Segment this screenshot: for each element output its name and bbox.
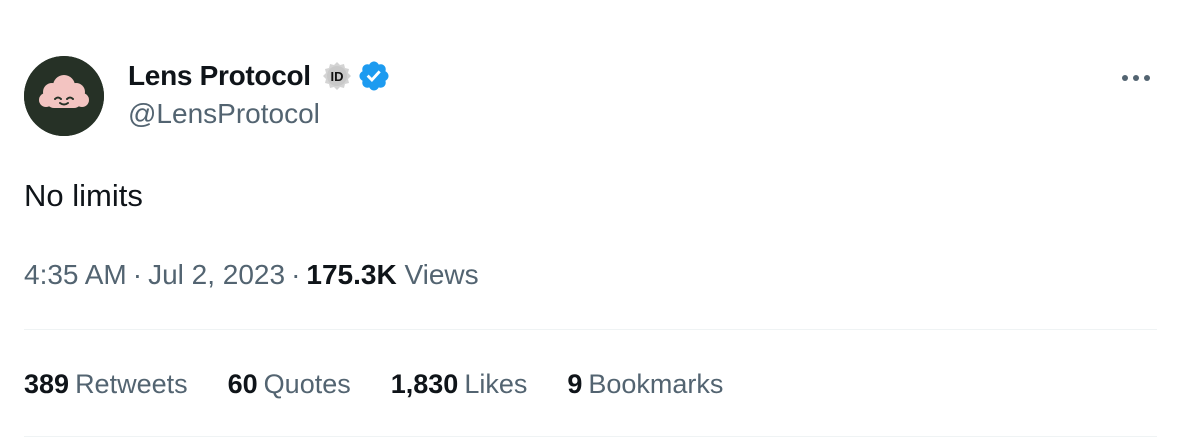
divider — [24, 436, 1157, 437]
meta-separator: · — [132, 259, 143, 290]
handle[interactable]: @LensProtocol — [128, 98, 391, 130]
stat-label: Likes — [464, 369, 528, 399]
stat-label: Bookmarks — [588, 369, 724, 399]
lens-cloud-face-icon — [24, 56, 104, 136]
avatar[interactable] — [24, 56, 104, 136]
divider — [24, 329, 1157, 330]
id-badge-icon: ID — [321, 60, 353, 92]
tweet-time[interactable]: 4:35 AM — [24, 259, 127, 290]
stat-retweets[interactable]: 389 Retweets — [24, 364, 188, 404]
stat-count: 60 — [227, 369, 258, 399]
views-label: Views — [404, 259, 479, 290]
ellipsis-icon — [1122, 75, 1150, 81]
stat-count: 389 — [24, 369, 70, 399]
stat-label: Retweets — [75, 369, 188, 399]
engagement-stats: 389 Retweets 60 Quotes 1,830 Likes 9 Bookmar… — [24, 364, 763, 404]
stat-count: 9 — [567, 369, 583, 399]
stat-bookmarks[interactable]: 9 Bookmarks — [567, 364, 723, 404]
id-badge-label: ID — [330, 69, 343, 84]
stat-quotes[interactable]: 60 Quotes — [228, 364, 351, 404]
more-options-button[interactable] — [1118, 60, 1154, 96]
tweet-text: No limits — [24, 178, 143, 213]
stat-likes[interactable]: 1,830 Likes — [391, 364, 528, 404]
tweet-meta: 4:35 AM · Jul 2, 2023 · 175.3K Views — [24, 255, 479, 295]
name-row: Lens Protocol ID — [128, 56, 391, 96]
display-name[interactable]: Lens Protocol — [128, 60, 311, 92]
stat-label: Quotes — [263, 369, 351, 399]
stat-count: 1,830 — [390, 369, 459, 399]
tweet-detail: Lens Protocol ID @LensProtocol No limits… — [0, 0, 1194, 440]
tweet-date[interactable]: Jul 2, 2023 — [148, 259, 285, 290]
verified-badge-icon[interactable] — [357, 59, 391, 93]
author-block: Lens Protocol ID @LensProtocol — [128, 56, 391, 130]
meta-separator-2: · — [291, 259, 301, 290]
views-count: 175.3K — [306, 259, 397, 290]
